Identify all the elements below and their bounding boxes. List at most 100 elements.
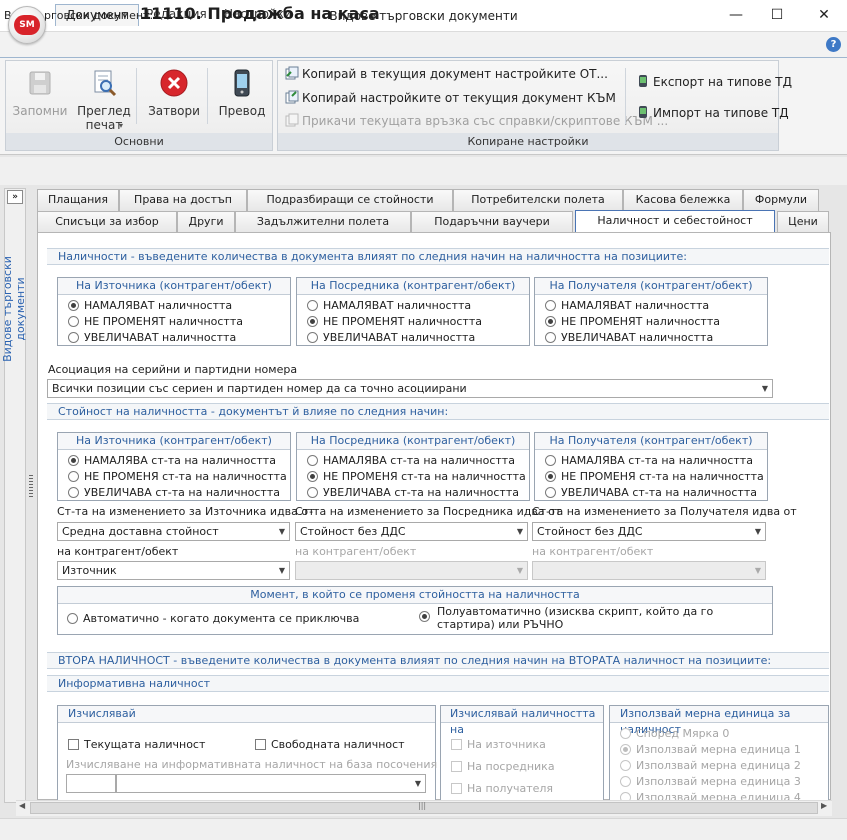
source-partner-select[interactable]: Източник ▼	[57, 561, 290, 580]
value-intermediary-option-2[interactable]: НЕ ПРОМЕНЯ ст-та на наличността	[307, 469, 529, 485]
maximize-button[interactable]: ☐	[757, 2, 797, 28]
availability-recipient-option-1[interactable]: НАМАЛЯВАТ наличността	[545, 298, 767, 314]
unit-option-3[interactable]: Използвай мерна единица 3	[620, 774, 828, 790]
ribbon-separator	[625, 68, 626, 124]
chevron-down-icon: ▾	[119, 121, 124, 130]
tab-picklists[interactable]: Списъци за избор	[37, 211, 177, 233]
moment-automatic-option[interactable]: Автоматично - когато документа се приклю…	[67, 611, 359, 627]
calc-on-source-checkbox[interactable]: На източника	[451, 737, 546, 753]
app-logo-text: SM	[14, 15, 40, 35]
help-icon[interactable]: ?	[826, 37, 841, 52]
value-source-option-1[interactable]: НАМАЛЯВА ст-та на наличността	[68, 453, 290, 469]
tab-prices[interactable]: Цени	[777, 211, 829, 233]
copy-settings-from-button[interactable]: Копирай в текущия документ настройките О…	[285, 65, 608, 83]
translate-label: Превод	[218, 104, 266, 118]
recipient-change-select[interactable]: Стойност без ДДС ▼	[532, 522, 766, 541]
value-intermediary-box: На Посредника (контрагент/обект) НАМАЛЯВ…	[296, 432, 530, 501]
value-source-option-2[interactable]: НЕ ПРОМЕНЯ ст-та на наличността	[68, 469, 290, 485]
copy-settings-to-button[interactable]: Копирай настройките от текущия документ …	[285, 89, 616, 107]
expand-panel-icon[interactable]: »	[7, 190, 23, 204]
availability-recipient-box: На Получателя (контрагент/обект) НАМАЛЯВ…	[534, 277, 768, 346]
scroll-right-icon[interactable]: ▶	[821, 801, 827, 810]
calc-box-title: Изчислявай	[58, 706, 435, 723]
availability-source-option-1[interactable]: НАМАЛЯВАТ наличността	[68, 298, 290, 314]
value-source-option-3[interactable]: УВЕЛИЧАВА ст-та на наличността	[68, 485, 290, 501]
value-recipient-option-1[interactable]: НАМАЛЯВА ст-та на наличността	[545, 453, 767, 469]
value-intermediary-option-3[interactable]: УВЕЛИЧАВА ст-та на наличността	[307, 485, 529, 501]
basis-list-select[interactable]: ▼	[116, 774, 426, 793]
basis-list-code-input[interactable]	[66, 774, 116, 793]
value-intermediary-option-1[interactable]: НАМАЛЯВА ст-та на наличността	[307, 453, 529, 469]
save-button[interactable]: Запомни	[10, 62, 70, 134]
availability-intermediary-option-1[interactable]: НАМАЛЯВАТ наличността	[307, 298, 529, 314]
unit-option-0[interactable]: Според Мярка 0	[620, 726, 828, 742]
radio-icon	[545, 300, 556, 311]
import-types-button[interactable]: Импорт на типове ТД	[636, 104, 789, 122]
attach-link-button[interactable]: Прикачи текущата връзка със справки/скри…	[285, 112, 668, 130]
intermediary-change-select[interactable]: Стойност без ДДС ▼	[295, 522, 528, 541]
recipient-partner-select[interactable]: ▼	[532, 561, 766, 580]
free-availability-checkbox[interactable]: Свободната наличност	[255, 737, 405, 753]
export-types-button[interactable]: Експорт на типове ТД	[636, 73, 792, 91]
ribbon-tabs-bar	[0, 32, 847, 58]
availability-intermediary-option-3[interactable]: УВЕЛИЧАВАТ наличността	[307, 330, 529, 346]
tab-receipt[interactable]: Касова бележка	[623, 189, 743, 211]
close-document-button[interactable]: Затвори	[144, 62, 204, 134]
value-section-title: Стойност на наличността - документът й в…	[47, 403, 829, 420]
units-box: Използвай мерна единица за наличност Спо…	[609, 705, 829, 800]
tab-payments[interactable]: Плащания	[37, 189, 119, 211]
chevron-down-icon: ▼	[516, 527, 523, 536]
source-change-select[interactable]: Средна доставна стойност ▼	[57, 522, 290, 541]
intermediary-partner-select[interactable]: ▼	[295, 561, 528, 580]
minimize-button[interactable]: —	[716, 2, 756, 28]
serial-association-label: Асоциация на серийни и партидни номера	[48, 363, 298, 376]
informative-availability-title: Информативна наличност	[47, 675, 829, 692]
radio-icon	[68, 471, 79, 482]
export-label: Експорт на типове ТД	[653, 75, 793, 89]
radio-icon	[545, 332, 556, 343]
document-type-value: 11110. Продажба на каса	[140, 4, 380, 23]
tab-availability-cost[interactable]: Наличност и себестойност	[575, 210, 775, 233]
export-icon	[639, 75, 647, 87]
radio-icon	[620, 728, 631, 739]
availability-intermediary-option-2[interactable]: НЕ ПРОМЕНЯТ наличността	[307, 314, 529, 330]
unit-option-2[interactable]: Използвай мерна единица 2	[620, 758, 828, 774]
import-label: Импорт на типове ТД	[653, 106, 789, 120]
availability-recipient-option-2[interactable]: НЕ ПРОМЕНЯТ наличността	[545, 314, 767, 330]
radio-selected-icon	[545, 471, 556, 482]
app-logo-button[interactable]: SM	[8, 6, 46, 44]
splitter-grip[interactable]	[29, 475, 33, 499]
tab-gift-vouchers[interactable]: Подаръчни ваучери	[411, 211, 573, 233]
availability-source-option-3[interactable]: УВЕЛИЧАВАТ наличността	[68, 330, 290, 346]
translate-button[interactable]: Превод	[212, 62, 272, 134]
tab-access-rights[interactable]: Права на достъп	[119, 189, 247, 211]
tab-other[interactable]: Други	[177, 211, 235, 233]
tab-user-fields[interactable]: Потребителски полета	[453, 189, 623, 211]
tab-required-fields[interactable]: Задължителни полета	[235, 211, 411, 233]
unit-option-1[interactable]: Използвай мерна единица 1	[620, 742, 828, 758]
serial-association-select[interactable]: Всички позиции със сериен и партиден ном…	[47, 379, 773, 398]
calc-on-recipient-checkbox[interactable]: На получателя	[451, 781, 553, 797]
import-icon	[639, 106, 647, 118]
availability-recipient-option-3[interactable]: УВЕЛИЧАВАТ наличността	[545, 330, 767, 346]
recipient-partner-label: на контрагент/обект	[532, 545, 654, 558]
availability-source-title: На Източника (контрагент/обект)	[58, 278, 290, 295]
value-recipient-option-3[interactable]: УВЕЛИЧАВА ст-та на наличността	[545, 485, 767, 501]
current-availability-checkbox[interactable]: Текущата наличност	[68, 737, 205, 753]
unit-option-4[interactable]: Използвай мерна единица 4	[620, 790, 828, 800]
availability-source-option-2[interactable]: НЕ ПРОМЕНЯТ наличността	[68, 314, 290, 330]
copy-settings-icon	[285, 66, 299, 80]
chevron-down-icon: ▼	[414, 779, 421, 788]
calc-on-intermediary-checkbox[interactable]: На посредника	[451, 759, 555, 775]
tab-defaults[interactable]: Подразбиращи се стойности	[247, 189, 453, 211]
moment-manual-option[interactable]: Полуавтоматично (изисква скрипт, който д…	[419, 605, 759, 631]
side-panel-label[interactable]: Видове търговски документи	[1, 249, 27, 369]
value-recipient-option-2[interactable]: НЕ ПРОМЕНЯ ст-та на наличността	[545, 469, 767, 485]
scroll-left-icon[interactable]: ◀	[19, 801, 25, 810]
intermediary-change-label: Ст-та на изменението за Посредника идва …	[295, 505, 562, 518]
radio-icon	[620, 792, 631, 800]
save-button-label: Запомни	[12, 104, 68, 118]
close-window-button[interactable]: ✕	[804, 2, 844, 28]
print-preview-button[interactable]: Преглед печат	[74, 62, 134, 134]
tab-formulas[interactable]: Формули	[743, 189, 819, 211]
